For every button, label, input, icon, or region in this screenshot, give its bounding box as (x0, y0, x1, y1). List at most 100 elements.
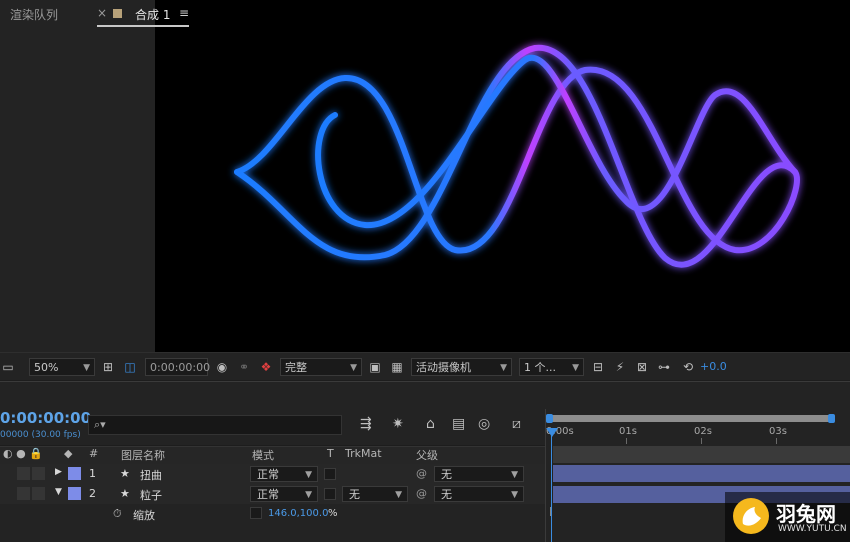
expand-arrow-icon[interactable]: ▶ (55, 467, 62, 477)
camera-value: 活动摄像机 (416, 361, 471, 374)
preserve-transparency-checkbox[interactable] (324, 488, 336, 500)
layer-name[interactable]: 扭曲 (140, 467, 162, 483)
solo-switch[interactable] (32, 487, 45, 500)
color-channels-icon[interactable]: ❖ (258, 358, 274, 376)
solo-switch[interactable] (32, 467, 45, 480)
parent-dropdown[interactable]: 无 ▼ (434, 466, 524, 482)
ruler-label: 02s (694, 426, 712, 437)
layer-duration-bar-1[interactable] (553, 465, 850, 482)
flowchart-icon[interactable]: ⊶ (656, 358, 672, 376)
chevron-down-icon: ▼ (511, 490, 518, 500)
track-header-strip (553, 446, 850, 463)
comp-color-swatch (113, 9, 122, 18)
zoom-dropdown[interactable]: 50% ▼ (29, 358, 95, 376)
visibility-switch[interactable] (17, 467, 30, 480)
frame-blending-icon[interactable]: ▤ (452, 416, 465, 432)
constrain-proportions-link[interactable] (250, 507, 262, 519)
mask-toggle-icon[interactable]: ◫ (122, 358, 138, 376)
region-of-interest-icon[interactable]: ▣ (367, 358, 383, 376)
viewer-toolbar: ▭ 50% ▼ ⊞ ◫ 0:00:00:00 ◉ ⚭ ❖ 完整 ▼ ▣ ▦ 活动… (0, 352, 850, 380)
ruler-tick (776, 438, 777, 444)
visibility-switch[interactable] (17, 487, 30, 500)
collapse-arrow-icon[interactable]: ▼ (55, 487, 62, 497)
work-area-bar[interactable] (549, 415, 832, 422)
tab-render-queue[interactable]: 渲染队列 (10, 6, 58, 23)
frame-rate-label: 00000 (30.00 fps) (0, 430, 81, 440)
tab-close-icon[interactable]: × (97, 6, 107, 20)
fast-preview-icon[interactable]: ⚡ (612, 358, 628, 376)
layer-row[interactable]: ▶ 1 ★ 扭曲 正常 ▼ @ 无 ▼ (0, 464, 545, 484)
exposure-value[interactable]: +0.0 (700, 358, 727, 376)
ruler-tick (701, 438, 702, 444)
parent-value: 无 (441, 488, 452, 501)
shy-layers-icon[interactable]: ⌂ (426, 416, 435, 432)
star-icon: ★ (120, 467, 130, 480)
project-panel (0, 0, 155, 352)
show-snapshot-icon[interactable]: ⚭ (236, 358, 252, 376)
composition-viewer[interactable] (155, 0, 850, 352)
property-unit: % (328, 508, 338, 519)
timeline-timecode[interactable]: 0:00:00:00 (0, 409, 91, 427)
viewer-timecode: 0:00:00:00 (150, 361, 211, 374)
property-row[interactable]: ⏱ 缩放 146.0,100.0 % (0, 504, 545, 542)
resolution-dropdown[interactable]: 完整 ▼ (280, 358, 362, 376)
property-value[interactable]: 146.0,100.0 (268, 508, 328, 519)
blend-mode-dropdown[interactable]: 正常 ▼ (250, 486, 318, 502)
graph-editor-icon[interactable]: ⧄ (512, 416, 521, 432)
preserve-transparency-checkbox[interactable] (324, 468, 336, 480)
comp-mini-flowchart-icon[interactable]: ⇶ (360, 416, 372, 432)
fit-frame-icon[interactable]: ⊞ (100, 358, 116, 376)
monitor-icon[interactable]: ▭ (0, 358, 16, 376)
toggle-pixel-aspect-icon[interactable]: ⊟ (590, 358, 606, 376)
trkmat-value: 无 (349, 488, 360, 501)
work-area-end-handle[interactable] (828, 414, 835, 423)
current-time-field[interactable]: 0:00:00:00 (145, 358, 211, 376)
trkmat-dropdown[interactable]: 无 ▼ (342, 486, 408, 502)
camera-snapshot-icon[interactable]: ◉ (214, 358, 230, 376)
chevron-down-icon: ▼ (350, 363, 357, 373)
timeline-icon[interactable]: ⊠ (634, 358, 650, 376)
layer-label-color[interactable] (68, 487, 81, 500)
rabbit-logo-shape (742, 507, 761, 526)
layer-name[interactable]: 粒子 (140, 487, 162, 503)
header-number: # (89, 447, 99, 460)
current-time-indicator-line[interactable] (551, 431, 552, 542)
rabbit-logo-icon (733, 498, 769, 534)
watermark-text: 羽兔网 (776, 502, 836, 526)
stopwatch-icon[interactable]: ⏱ (113, 507, 122, 521)
blend-mode-dropdown[interactable]: 正常 ▼ (250, 466, 318, 482)
draft-3d-icon[interactable]: ✷ (392, 416, 404, 432)
camera-dropdown[interactable]: 活动摄像机 ▼ (411, 358, 512, 376)
parent-value: 无 (441, 468, 452, 481)
header-parent: 父级 (416, 449, 438, 462)
wave-stroke-3 (315, 54, 798, 229)
motion-blur-icon[interactable]: ◎ (478, 416, 490, 432)
header-t: T (327, 447, 334, 460)
chevron-down-icon: ▼ (511, 470, 518, 480)
parent-pickwhip-icon[interactable]: @ (416, 487, 427, 500)
chevron-down-icon: ▼ (305, 470, 312, 480)
chevron-down-icon: ▼ (572, 363, 579, 373)
property-name: 缩放 (133, 509, 155, 522)
layer-search-input[interactable] (88, 415, 342, 435)
resolution-value: 完整 (285, 361, 307, 374)
tab-composition[interactable]: 合成 1 (135, 6, 170, 23)
reset-exposure-icon[interactable]: ⟲ (680, 358, 696, 376)
current-time-indicator-head[interactable] (546, 428, 558, 437)
star-icon: ★ (120, 487, 130, 500)
work-area-start-handle[interactable] (546, 414, 553, 423)
label-tag-icon[interactable]: ◆ (64, 447, 72, 460)
header-layer-name[interactable]: 图层名称 (121, 447, 165, 463)
views-dropdown[interactable]: 1 个... ▼ (519, 358, 584, 376)
transparency-grid-icon[interactable]: ▦ (389, 358, 405, 376)
search-icon: ⌕▾ (94, 418, 106, 431)
layer-label-color[interactable] (68, 467, 81, 480)
active-tab-indicator (97, 25, 189, 27)
views-value: 1 个... (524, 361, 556, 374)
audio-visibility-icon[interactable]: ◐ ● 🔒 (3, 447, 43, 460)
layer-row[interactable]: ▼ 2 ★ 粒子 正常 ▼ 无 ▼ @ 无 ▼ (0, 484, 545, 504)
parent-dropdown[interactable]: 无 ▼ (434, 486, 524, 502)
layer-number: 1 (89, 467, 96, 480)
tab-menu-icon[interactable]: ≡ (179, 6, 189, 20)
parent-pickwhip-icon[interactable]: @ (416, 467, 427, 480)
